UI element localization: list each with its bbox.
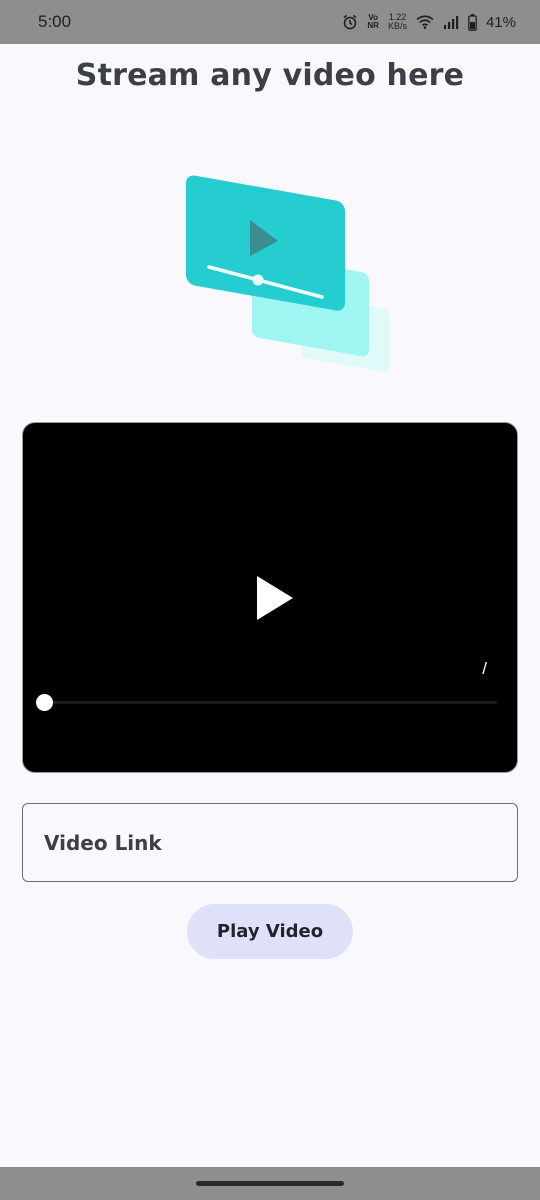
net-speed-unit: KB/s <box>387 21 407 31</box>
illustration-progress-knob <box>252 274 264 286</box>
seek-bar[interactable] <box>43 701 497 704</box>
volte-bottom-label: NR <box>367 21 379 30</box>
battery-icon <box>468 13 477 31</box>
video-stack-icon <box>180 168 400 383</box>
seek-thumb[interactable] <box>36 694 53 711</box>
video-player[interactable]: / <box>22 422 518 773</box>
page-title: Stream any video here <box>75 58 465 93</box>
signal-icon <box>443 15 459 29</box>
volte-icon: Vo NR <box>367 14 379 30</box>
video-link-input[interactable] <box>22 803 518 882</box>
net-speed: 1.22 KB/s <box>388 13 407 31</box>
alarm-icon <box>342 14 358 30</box>
status-time: 5:00 <box>38 12 72 31</box>
home-indicator[interactable] <box>196 1181 344 1186</box>
navigation-bar <box>0 1167 540 1200</box>
status-bar: 5:00 Vo NR 1.22 KB/s 41% <box>0 0 540 44</box>
play-video-button[interactable]: Play Video <box>187 904 353 959</box>
status-icons: Vo NR 1.22 KB/s 41% <box>342 13 516 31</box>
play-icon[interactable] <box>253 573 297 623</box>
time-display: / <box>482 659 487 678</box>
wifi-icon <box>416 15 434 29</box>
battery-percent: 41% <box>485 13 516 31</box>
